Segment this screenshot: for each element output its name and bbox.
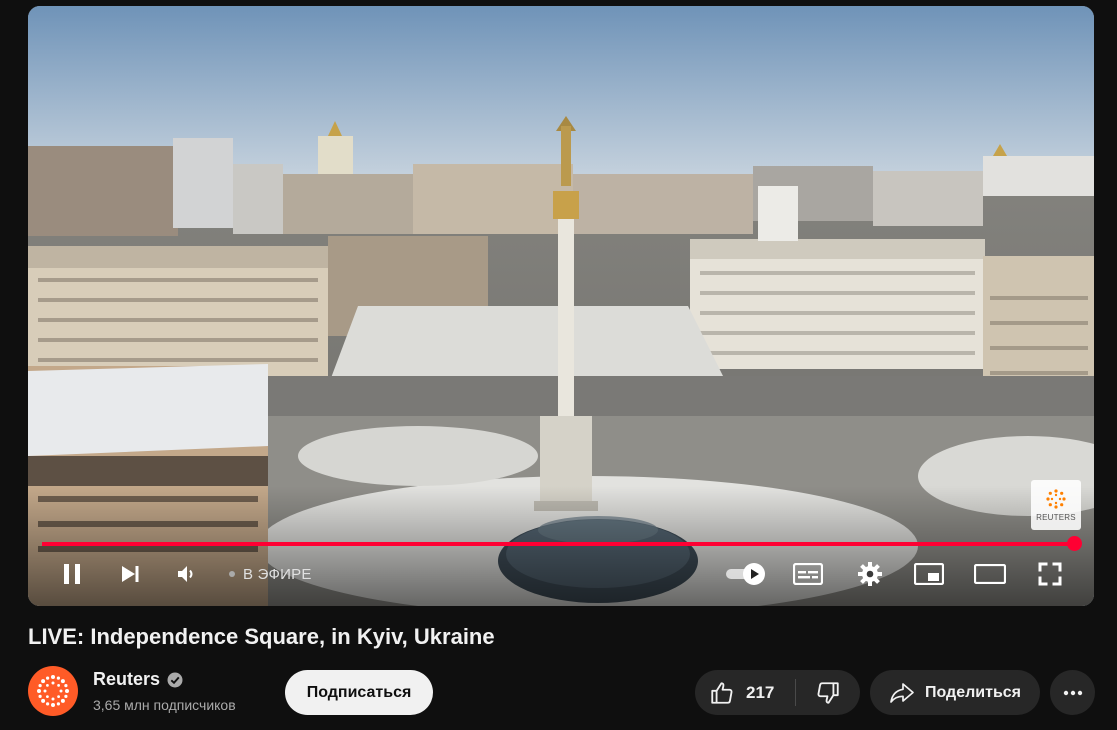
autoplay-toggle-icon [726,563,765,585]
live-label: В ЭФИРЕ [243,565,312,583]
like-dislike-group: 217 [695,670,860,715]
channel-name[interactable]: Reuters [93,669,160,690]
pause-button[interactable] [58,559,86,589]
fullscreen-button[interactable] [1036,559,1064,589]
theater-mode-icon [974,564,1006,584]
share-label: Поделиться [924,683,1022,701]
channel-watermark[interactable]: REUTERS [1031,480,1081,530]
share-arrow-icon [890,682,914,703]
subscriber-count: 3,65 млн подписчиков [93,697,236,713]
channel-name-row: Reuters [93,669,183,690]
volume-icon [178,566,193,582]
settings-button[interactable] [855,559,885,589]
watermark-label: REUTERS [1036,513,1076,522]
subscribe-button[interactable]: Подписаться [285,670,433,715]
volume-button[interactable] [174,559,200,589]
reuters-logo-icon [1046,489,1066,509]
subtitles-icon [793,563,823,585]
reuters-avatar-icon [37,675,69,707]
progress-bar[interactable] [42,536,1082,551]
miniplayer-button[interactable] [912,559,946,589]
more-actions-button[interactable] [1050,670,1095,715]
fullscreen-icon [1038,562,1062,586]
theater-mode-button[interactable] [972,559,1008,589]
video-title: LIVE: Independence Square, in Kyiv, Ukra… [28,624,495,649]
live-indicator[interactable]: В ЭФИРЕ [229,559,312,589]
share-button[interactable]: Поделиться [870,670,1040,715]
thumbs-down-icon [817,681,839,704]
verified-badge-icon [167,672,183,688]
miniplayer-icon [914,563,944,585]
progress-fill [42,542,1074,546]
progress-scrubber[interactable] [1067,536,1082,551]
thumbs-up-icon [711,681,733,704]
skip-next-icon [122,566,139,582]
like-button[interactable]: 217 [695,670,795,715]
pause-icon [64,564,80,584]
like-count: 217 [746,682,775,702]
live-dot-icon [229,571,235,577]
channel-avatar[interactable] [28,666,78,716]
subtitles-button[interactable] [792,559,824,589]
dislike-button[interactable] [796,670,860,715]
autoplay-toggle[interactable] [722,559,770,589]
more-horizontal-icon [1063,690,1082,695]
next-button[interactable] [117,559,143,589]
video-player[interactable]: REUTERS В ЭФИРЕ [28,6,1094,606]
youtube-watch-page: REUTERS В ЭФИРЕ LIVE: Independence Squar… [0,0,1117,730]
gear-icon [858,562,882,586]
